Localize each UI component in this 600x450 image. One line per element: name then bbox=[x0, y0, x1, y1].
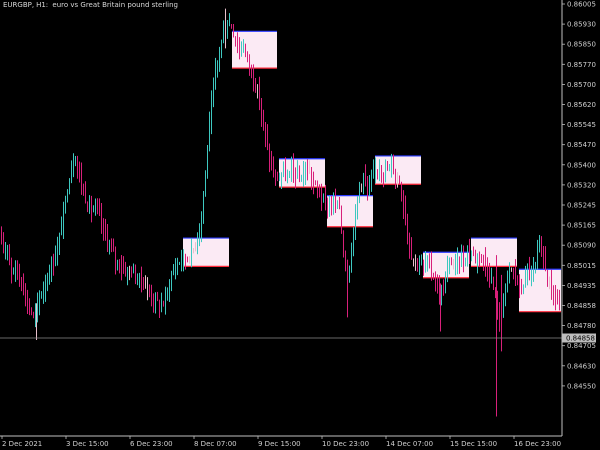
zone-box bbox=[232, 31, 277, 69]
price-tick-label: 0.85545 bbox=[567, 121, 596, 129]
price-tick-label: 0.85850 bbox=[567, 41, 596, 49]
price-tick-label: 0.84935 bbox=[567, 282, 596, 290]
symbol-label: EURGBP, bbox=[3, 1, 35, 9]
price-tick-label: 0.85245 bbox=[567, 202, 596, 210]
price-tick-label: 0.84550 bbox=[567, 382, 596, 390]
price-chart[interactable]: 0.86005 0.85930 0.85850 0.85770 0.85700 0.856… bbox=[0, 0, 600, 450]
chart-window[interactable]: 0.86005 0.85930 0.85850 0.85770 0.85700 0.856… bbox=[0, 0, 600, 450]
price-tick-label: 0.86005 bbox=[567, 1, 596, 9]
candles bbox=[1, 8, 560, 417]
time-tick-label: 9 Dec 15:00 bbox=[258, 440, 301, 448]
price-tick-label: 0.85165 bbox=[567, 222, 596, 230]
time-tick-label: 16 Dec 23:00 bbox=[514, 440, 561, 448]
price-tick-label: 0.85700 bbox=[567, 81, 596, 89]
price-tick-label: 0.85320 bbox=[567, 181, 596, 189]
time-tick-label: 8 Dec 07:00 bbox=[194, 440, 237, 448]
time-tick-label: 14 Dec 07:00 bbox=[386, 440, 433, 448]
price-tick-label: 0.85770 bbox=[567, 61, 596, 69]
time-tick-label: 2 Dec 2021 bbox=[2, 440, 42, 448]
time-axis[interactable]: 2 Dec 2021 3 Dec 15:00 6 Dec 23:00 8 Dec 07… bbox=[1, 436, 561, 448]
price-tick-label: 0.84858 bbox=[567, 302, 596, 310]
price-tick-label: 0.84780 bbox=[567, 322, 596, 330]
chart-title: EURGBP, H1: euro vs Great Britain pound s… bbox=[3, 1, 180, 9]
price-tick-label: 0.84705 bbox=[567, 342, 596, 350]
price-tick-label: 0.85400 bbox=[567, 161, 596, 169]
time-tick-label: 10 Dec 23:00 bbox=[322, 440, 369, 448]
current-price-label: 0.84858 bbox=[566, 335, 595, 343]
timeframe-label: H1: bbox=[36, 1, 49, 9]
price-tick-label: 0.85015 bbox=[567, 262, 596, 270]
symbol-description: euro vs Great Britain pound sterling bbox=[52, 1, 178, 9]
time-tick-label: 3 Dec 15:00 bbox=[66, 440, 109, 448]
time-tick-label: 6 Dec 23:00 bbox=[130, 440, 173, 448]
time-tick-label: 15 Dec 15:00 bbox=[450, 440, 497, 448]
price-tick-label: 0.85930 bbox=[567, 21, 596, 29]
price-tick-label: 0.85470 bbox=[567, 141, 596, 149]
price-tick-label: 0.85620 bbox=[567, 101, 596, 109]
price-tick-label: 0.85090 bbox=[567, 242, 596, 250]
price-tick-label: 0.84630 bbox=[567, 362, 596, 370]
price-axis[interactable]: 0.86005 0.85930 0.85850 0.85770 0.85700 0.856… bbox=[562, 1, 596, 391]
current-price-marker: 0.84858 bbox=[562, 333, 596, 343]
